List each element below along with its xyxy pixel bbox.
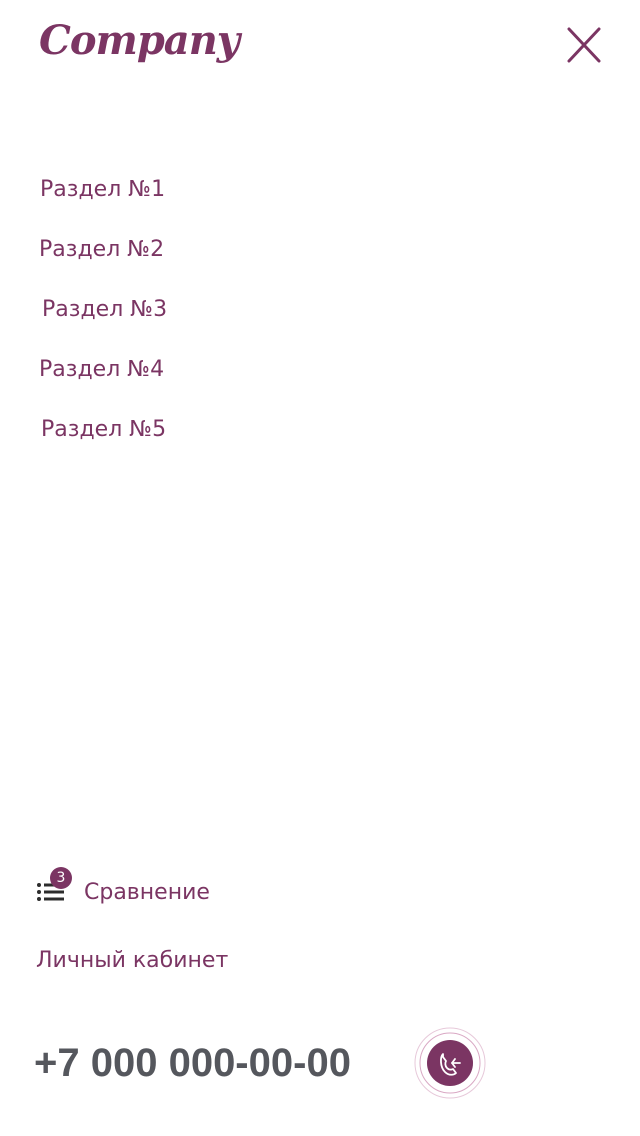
close-menu-button[interactable] bbox=[564, 24, 604, 66]
company-logo[interactable]: Company bbox=[39, 14, 240, 68]
compare-label: Сравнение bbox=[84, 880, 210, 905]
close-icon bbox=[567, 27, 601, 63]
menu-item-section-1[interactable]: Раздел №1 bbox=[40, 175, 165, 205]
menu-item-section-4[interactable]: Раздел №4 bbox=[39, 355, 164, 385]
compare-count-badge: 3 bbox=[50, 867, 72, 889]
compare-link[interactable]: 3 Сравнение bbox=[36, 866, 256, 918]
phone-callback-icon bbox=[414, 1027, 486, 1099]
menu-item-section-3[interactable]: Раздел №3 bbox=[42, 295, 167, 325]
callback-button[interactable] bbox=[414, 1027, 486, 1099]
menu-item-section-2[interactable]: Раздел №2 bbox=[39, 235, 164, 265]
phone-number[interactable]: +7 000 000-00-00 bbox=[34, 1038, 351, 1088]
menu-item-section-5[interactable]: Раздел №5 bbox=[41, 415, 166, 445]
account-link[interactable]: Личный кабинет bbox=[36, 946, 228, 976]
